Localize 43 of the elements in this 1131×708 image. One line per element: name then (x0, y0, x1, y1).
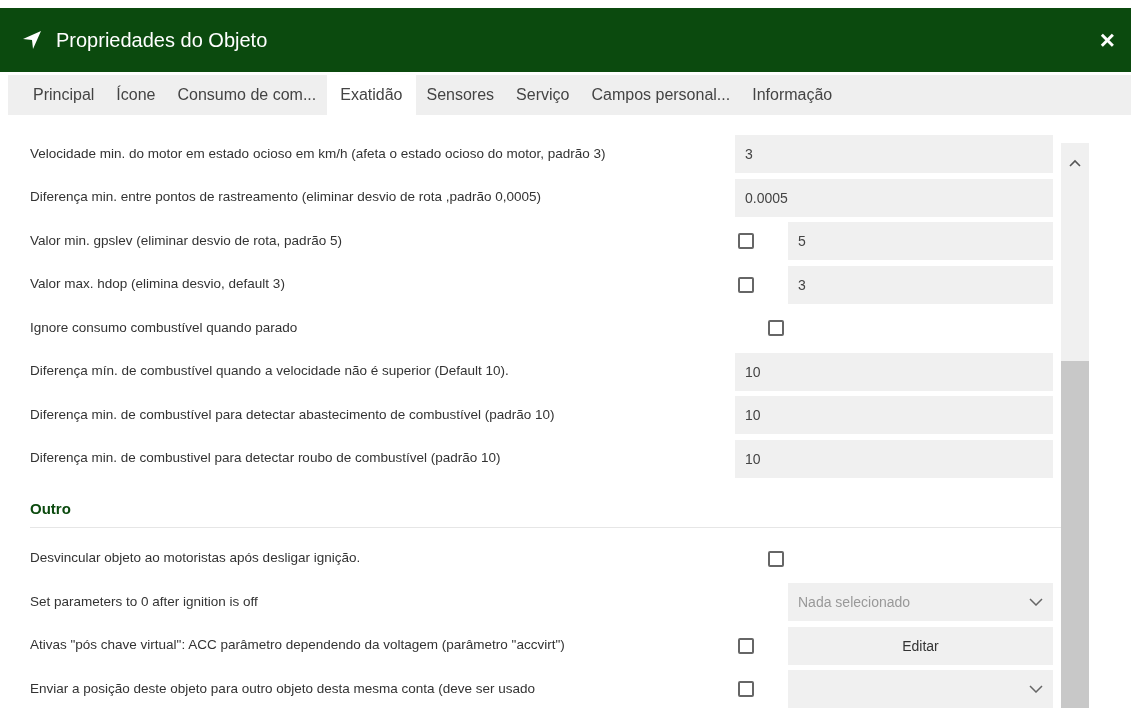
scroll-thumb[interactable] (1061, 361, 1089, 708)
tab[interactable]: Sensores (415, 75, 506, 115)
input-field[interactable]: 10 (735, 396, 1053, 434)
field-label: Diferença min. de combustivel para detectar roubo de combustível (padrão 10) (30, 451, 502, 466)
input-field[interactable]: 0.0005 (735, 178, 1053, 217)
scroll-up-icon[interactable] (1069, 159, 1081, 167)
field-label: Diferença min. de combustível para detectar abastecimento de combustível (padrão 10) (30, 407, 556, 423)
checkbox[interactable] (738, 276, 754, 293)
navigation-arrow-icon (22, 30, 42, 50)
input-field[interactable]: 3 (735, 135, 1053, 173)
tab[interactable]: Informação (741, 75, 844, 115)
close-button[interactable]: × (1095, 24, 1119, 56)
checkbox[interactable] (738, 681, 754, 697)
checkbox[interactable] (738, 233, 754, 249)
field-label: Enviar a posição deste objeto para outro objeto desta mesma conta (deve ser usado (30, 681, 537, 697)
chevron-down-icon (1029, 685, 1043, 693)
tab[interactable]: Ícone (105, 75, 167, 115)
section-title: Outro (30, 499, 72, 517)
window-title: Propriedades do Objeto (56, 28, 269, 52)
field-label: Velocidade min. do motor em estado ocioso em km/h (afeta o estado ocioso do motor, padrão 3) (30, 146, 607, 162)
chevron-down-icon (1029, 598, 1043, 606)
tab[interactable]: Campos personal... (580, 75, 742, 115)
field-label: Diferença mín. de combustível quando a velocidade não é superior (Default 10). (30, 364, 510, 379)
checkbox[interactable] (768, 320, 784, 336)
tab[interactable]: Consumo de com... (166, 75, 328, 115)
edit-button[interactable]: Editar (788, 626, 1053, 665)
tab[interactable]: Exatidão (327, 75, 416, 115)
input-field[interactable]: 10 (735, 439, 1053, 478)
input-field[interactable]: 10 (735, 352, 1053, 391)
scrollbar[interactable] (1061, 143, 1089, 708)
tab[interactable]: Principal (22, 75, 106, 115)
tab[interactable]: Serviço (505, 75, 581, 115)
field-label: Desvincular objeto ao motoristas após desligar ignição. (30, 551, 362, 566)
field-label: Valor max. hdop (elimina desvio, default 3) (30, 277, 286, 292)
checkbox[interactable] (738, 637, 754, 654)
input-field[interactable]: 5 (788, 222, 1053, 260)
field-label: Set parameters to 0 after ignition is off (30, 594, 259, 610)
field-label: Diferença min. entre pontos de rastreamento (eliminar desvio de rota ,padrão 0,0005) (30, 190, 543, 205)
field-label: Ativas "pós chave virtual": ACC parâmetro dependendo da voltagem (parâmetro "accvirt") (30, 638, 566, 653)
field-label: Ignore consumo combustível quando parado (30, 320, 299, 336)
field-label: Valor min. gpslev (eliminar desvio de rota, padrão 5) (30, 233, 343, 249)
input-field[interactable]: 3 (788, 265, 1053, 304)
checkbox[interactable] (768, 550, 784, 567)
